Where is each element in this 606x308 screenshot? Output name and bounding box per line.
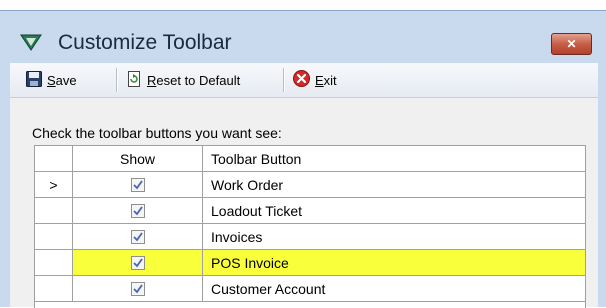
exit-button[interactable]: Exit: [293, 69, 337, 91]
show-checkbox-cell[interactable]: [73, 276, 203, 301]
show-checkbox[interactable]: [130, 281, 145, 296]
title-bar: Customize Toolbar ✕: [0, 11, 606, 63]
window-client-area: Save Reset to Default Exit Check the too…: [10, 63, 598, 308]
toolbar-button-name[interactable]: Invoices: [203, 224, 585, 249]
checkmark-icon: [132, 205, 143, 215]
table-row[interactable]: Customer Account: [35, 276, 585, 302]
toolbar-buttons-grid: Show Toolbar Button > Work Order Loadout…: [34, 145, 586, 308]
show-checkbox[interactable]: [130, 255, 145, 270]
toolbar: Save Reset to Default Exit: [10, 63, 598, 98]
close-icon: ✕: [566, 37, 577, 51]
toolbar-separator: [116, 68, 118, 92]
close-button[interactable]: ✕: [551, 33, 592, 55]
reset-label: Reset to Default: [147, 72, 241, 88]
toolbar-button-name[interactable]: Customer Account: [203, 276, 585, 301]
show-checkbox-cell[interactable]: [73, 172, 203, 197]
table-row[interactable]: Invoices: [35, 224, 585, 250]
show-checkbox-cell[interactable]: [73, 198, 203, 223]
toolbar-button-name[interactable]: POS Invoice: [203, 250, 585, 275]
row-indicator[interactable]: [35, 276, 73, 301]
table-row[interactable]: > Work Order: [35, 172, 585, 198]
reset-to-default-button[interactable]: Reset to Default: [126, 69, 240, 91]
exit-label: Exit: [315, 72, 337, 88]
window-title: Customize Toolbar: [58, 31, 232, 54]
floppy-disk-icon: [26, 70, 42, 90]
show-checkbox-cell[interactable]: [73, 250, 203, 275]
checkmark-icon: [132, 257, 143, 267]
red-x-circle-icon: [293, 70, 310, 90]
customize-toolbar-window: Customize Toolbar ✕ Save Reset to Defaul…: [0, 10, 606, 308]
grid-header-row: Show Toolbar Button: [35, 146, 585, 172]
row-indicator[interactable]: [35, 250, 73, 275]
instructions-text: Check the toolbar buttons you want see:: [32, 125, 282, 141]
checkmark-icon: [132, 231, 143, 241]
table-row[interactable]: POS Invoice: [35, 250, 585, 276]
row-indicator[interactable]: [35, 224, 73, 249]
toolbar-button-column-header[interactable]: Toolbar Button: [203, 146, 585, 171]
show-checkbox[interactable]: [130, 203, 145, 218]
save-label: Save: [47, 72, 77, 88]
toolbar-separator: [283, 68, 285, 92]
row-indicator-header: [35, 146, 73, 171]
triangle-logo-icon: [20, 33, 42, 56]
show-column-header[interactable]: Show: [73, 146, 203, 171]
toolbar-button-name[interactable]: Work Order: [203, 172, 585, 197]
row-indicator[interactable]: [35, 198, 73, 223]
table-row[interactable]: Loadout Ticket: [35, 198, 585, 224]
show-checkbox[interactable]: [130, 229, 145, 244]
row-indicator[interactable]: >: [35, 172, 73, 197]
toolbar-button-name[interactable]: Loadout Ticket: [203, 198, 585, 223]
checkmark-icon: [132, 283, 143, 293]
show-checkbox[interactable]: [130, 177, 145, 192]
show-checkbox-cell[interactable]: [73, 224, 203, 249]
reset-document-icon: [126, 70, 142, 90]
save-button[interactable]: Save: [26, 69, 77, 91]
checkmark-icon: [132, 179, 143, 189]
